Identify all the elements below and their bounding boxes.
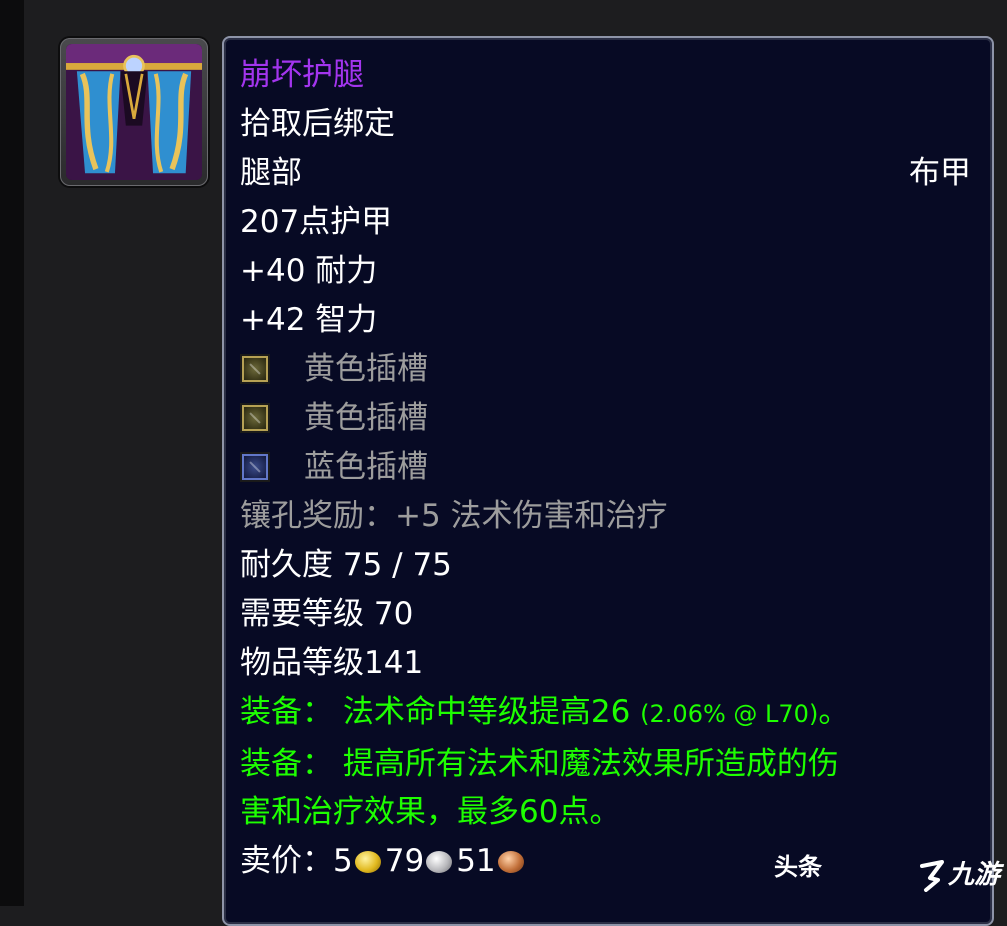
watermark-toutiao: 头条 (774, 853, 822, 881)
blue-socket-icon (240, 452, 270, 482)
equip-effect-spell-power-line1: 装备： 提高所有法术和魔法效果所造成的伤 (240, 746, 839, 782)
item-level: 物品等级141 (240, 645, 424, 681)
stat-stamina: +40 耐力 (240, 253, 378, 289)
armor-value: 207点护甲 (240, 204, 393, 240)
left-edge-strip (0, 0, 24, 906)
watermark-jiuyou: 九游 (948, 860, 1001, 890)
durability: 耐久度 75 / 75 (240, 547, 452, 583)
sell-price-label: 卖价： (240, 843, 333, 879)
sell-copper-amount: 51 (456, 843, 496, 879)
equip-effect-hit-end: 。 (818, 694, 850, 730)
socket-label: 黄色插槽 (304, 351, 428, 387)
yellow-socket-icon (240, 403, 270, 433)
item-slot: 腿部 (240, 155, 302, 191)
jiuyou-logo-icon (920, 860, 944, 892)
equip-effect-spell-power-line2: 害和治疗效果，最多60点。 (240, 794, 621, 830)
stat-intellect: +42 智力 (240, 302, 378, 338)
socket-label: 黄色插槽 (304, 400, 428, 436)
socket-bonus: 镶孔奖励：+5 法术伤害和治疗 (240, 498, 668, 534)
gold-coin-icon (354, 851, 381, 873)
sell-price: 卖价：5 79 51 (240, 841, 528, 881)
equip-effect-hit: 装备： 法术命中等级提高26 (2.06% @ L70)。 (240, 692, 849, 734)
item-icon-frame[interactable] (60, 38, 208, 186)
copper-coin-icon (497, 851, 524, 873)
armor-type: 布甲 (909, 155, 971, 191)
sell-gold-amount: 5 (333, 843, 353, 879)
yellow-socket-icon (240, 354, 270, 384)
required-level: 需要等级 70 (240, 596, 414, 632)
leg-armor-icon (66, 44, 202, 180)
socket-label: 蓝色插槽 (304, 449, 428, 485)
equip-effect-hit-note: (2.06% @ L70) (640, 700, 819, 728)
item-name: 崩坏护腿 (240, 57, 364, 93)
equip-effect-hit-text: 装备： 法术命中等级提高26 (240, 694, 631, 730)
silver-coin-icon (426, 851, 453, 873)
bind-type: 拾取后绑定 (240, 106, 395, 142)
sell-silver-amount: 79 (384, 843, 425, 879)
